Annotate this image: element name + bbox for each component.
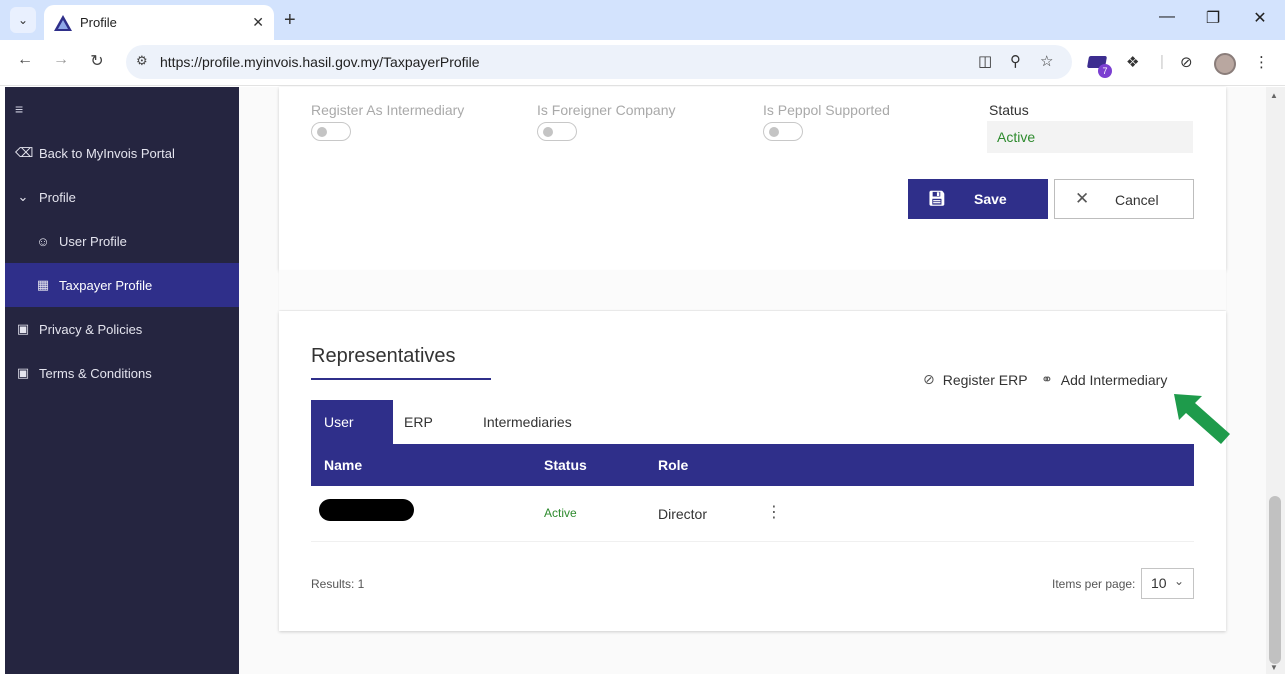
representatives-title: Representatives xyxy=(311,345,456,367)
sidebar: ≡ ⌫ Back to MyInvois Portal ⌄ Profile ☺ … xyxy=(5,87,239,674)
browser-tab[interactable]: Profile ✕ xyxy=(44,5,274,40)
sidebar-item-user-profile[interactable]: ☺ User Profile xyxy=(5,219,239,263)
chevron-down-icon: ⌄ xyxy=(17,13,29,27)
sidebar-item-label: Terms & Conditions xyxy=(39,365,152,381)
representatives-card: Representatives ⊘ Register ERP ⚭ Add Int… xyxy=(279,311,1226,631)
myinvois-logo-icon xyxy=(54,14,72,31)
scroll-thumb[interactable] xyxy=(1269,496,1281,664)
tab-intermediaries[interactable]: Intermediaries xyxy=(470,400,585,444)
items-per-page-value: 10 xyxy=(1151,575,1167,591)
sidebar-item-label: User Profile xyxy=(59,233,127,249)
extensions-puzzle-icon[interactable]: ❖ xyxy=(1126,53,1139,71)
is-foreigner-company-toggle[interactable] xyxy=(537,122,577,141)
browser-tab-bar: ⌄ Profile ✕ + — ❐ ✕ xyxy=(0,0,1285,40)
items-per-page-label: Items per page: xyxy=(1052,577,1136,591)
tab-user[interactable]: User xyxy=(311,400,393,444)
taxpayer-profile-form-card: Register As Intermediary Is Foreigner Co… xyxy=(279,87,1226,270)
chevron-down-icon: ⌄ xyxy=(1173,574,1184,588)
url-text[interactable]: https://profile.myinvois.hasil.gov.my/Ta… xyxy=(160,54,480,70)
book-icon: ▣ xyxy=(16,365,30,380)
link-icon: ⚭ xyxy=(1041,371,1053,387)
register-as-intermediary-toggle[interactable] xyxy=(311,122,351,141)
new-tab-button[interactable]: + xyxy=(284,8,296,32)
location-icon[interactable]: ⚲ xyxy=(1010,52,1021,70)
is-peppol-supported-label: Is Peppol Supported xyxy=(763,102,890,118)
extension-graduation-cap-icon[interactable]: 7 xyxy=(1086,52,1112,78)
sidebar-item-label: Profile xyxy=(39,189,76,205)
site-info-icon[interactable]: ⚙ xyxy=(136,53,148,69)
reload-button[interactable]: ↻ xyxy=(85,51,109,71)
table-header: Name Status Role xyxy=(311,444,1194,486)
section-spacer xyxy=(279,270,1226,310)
book-icon: ▣ xyxy=(16,321,30,336)
forward-button[interactable]: → xyxy=(49,51,73,69)
back-button[interactable]: ← xyxy=(13,51,37,69)
save-button-label: Save xyxy=(974,191,1007,207)
performance-icon[interactable]: ⊘ xyxy=(1180,53,1193,71)
hamburger-menu-icon[interactable]: ≡ xyxy=(15,101,23,117)
floppy-disk-icon: 💾︎ xyxy=(928,190,946,206)
extension-badge-count: 7 xyxy=(1098,64,1112,78)
cancel-button[interactable]: ✕ Cancel xyxy=(1054,179,1194,219)
plug-icon: ⊘ xyxy=(923,371,935,387)
items-per-page-select[interactable]: 10 ⌄ xyxy=(1141,568,1194,599)
status-label: Status xyxy=(989,102,1029,118)
sidebar-item-taxpayer-profile[interactable]: ▦ Taxpayer Profile xyxy=(5,263,239,307)
column-header-role: Role xyxy=(658,457,689,473)
chevron-down-icon: ⌄ xyxy=(17,189,29,204)
sidebar-item-profile[interactable]: ⌄ Profile xyxy=(5,175,239,219)
tab-erp[interactable]: ERP xyxy=(391,400,446,444)
main-content: Register As Intermediary Is Foreigner Co… xyxy=(239,87,1266,674)
cancel-button-label: Cancel xyxy=(1115,192,1159,208)
table-row: Active Director ⋮ xyxy=(311,486,1194,542)
add-intermediary-label: Add Intermediary xyxy=(1060,371,1168,388)
results-count: Results: 1 xyxy=(311,577,365,591)
redacted-name xyxy=(319,499,414,521)
sidebar-item-label: Back to MyInvois Portal xyxy=(39,145,175,161)
browser-menu-icon[interactable]: ⋮ xyxy=(1254,53,1269,71)
register-erp-label: Register ERP xyxy=(942,371,1028,388)
address-bar[interactable]: ⚙ https://profile.myinvois.hasil.gov.my/… xyxy=(126,45,1072,79)
toolbar-divider: | xyxy=(1160,53,1164,70)
sidebar-item-label: Taxpayer Profile xyxy=(59,277,153,293)
sidebar-item-terms-conditions[interactable]: ▣ Terms & Conditions xyxy=(5,351,239,395)
bookmark-star-icon[interactable]: ☆ xyxy=(1040,52,1053,70)
close-tab-icon[interactable]: ✕ xyxy=(252,14,264,31)
restore-button[interactable]: ❐ xyxy=(1198,8,1228,28)
column-header-status: Status xyxy=(544,457,587,473)
user-icon: ☺ xyxy=(36,233,50,249)
sidebar-item-privacy-policies[interactable]: ▣ Privacy & Policies xyxy=(5,307,239,351)
profile-avatar[interactable] xyxy=(1214,53,1236,75)
sidebar-item-label: Privacy & Policies xyxy=(39,321,143,337)
scroll-down-icon[interactable]: ▼ xyxy=(1270,663,1278,672)
sidebar-item-back-to-portal[interactable]: ⌫ Back to MyInvois Portal xyxy=(5,131,239,175)
row-role: Director xyxy=(658,506,708,522)
register-as-intermediary-label: Register As Intermediary xyxy=(311,102,465,118)
title-underline xyxy=(311,378,491,380)
close-icon: ✕ xyxy=(1075,189,1090,208)
register-erp-link[interactable]: ⊘ Register ERP xyxy=(923,371,1028,388)
is-peppol-supported-toggle[interactable] xyxy=(763,122,803,141)
status-field: Active xyxy=(987,121,1193,153)
tab-title: Profile xyxy=(80,15,117,30)
scroll-up-icon[interactable]: ▲ xyxy=(1270,91,1278,100)
install-app-icon[interactable]: ◫ xyxy=(978,52,992,70)
row-status: Active xyxy=(544,506,577,520)
close-window-button[interactable]: ✕ xyxy=(1245,8,1275,28)
browser-toolbar: ← → ↻ ⚙ https://profile.myinvois.hasil.g… xyxy=(0,40,1285,86)
row-actions-kebab-icon[interactable]: ⋮ xyxy=(766,502,782,522)
minimize-button[interactable]: — xyxy=(1152,8,1182,26)
column-header-name: Name xyxy=(324,457,363,473)
green-annotation-arrow-icon xyxy=(1174,394,1230,444)
save-button[interactable]: 💾︎ Save xyxy=(908,179,1048,219)
circle-arrow-left-icon: ⌫ xyxy=(15,145,34,160)
building-icon: ▦ xyxy=(36,277,50,292)
page-scrollbar[interactable]: ▲ ▼ xyxy=(1266,87,1285,674)
is-foreigner-company-label: Is Foreigner Company xyxy=(537,102,676,118)
tab-search-button[interactable]: ⌄ xyxy=(10,7,36,33)
add-intermediary-link[interactable]: ⚭ Add Intermediary xyxy=(1041,371,1167,388)
